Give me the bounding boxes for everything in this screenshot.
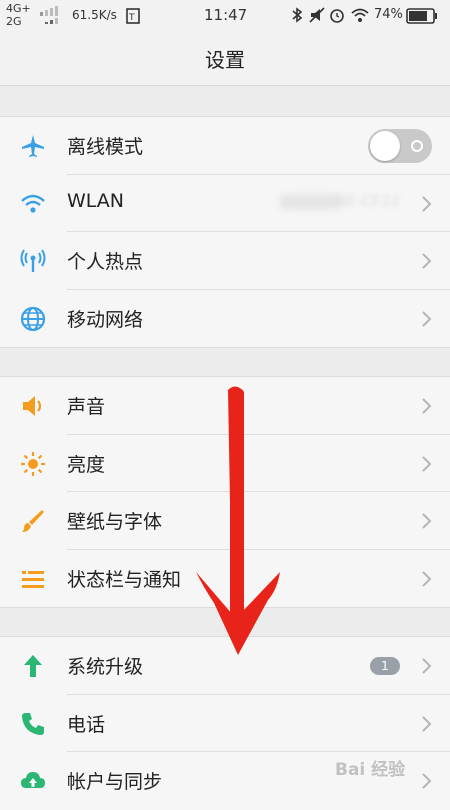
- setting-wlan[interactable]: WLAN NE-CF22: [0, 175, 450, 232]
- battery-percent: 74%: [374, 7, 403, 22]
- network-speed: 61.5K/s: [72, 8, 117, 22]
- network-indicator: 4G+ 2G: [6, 2, 31, 28]
- alarm-icon: [330, 9, 344, 23]
- battery-icon: [406, 8, 437, 24]
- mute-icon: [309, 7, 325, 23]
- signal-strength-icon: [40, 6, 58, 24]
- setting-label: 离线模式: [67, 136, 144, 158]
- setting-hotspot[interactable]: 个人热点: [0, 232, 450, 290]
- setting-label: 电话: [67, 713, 106, 736]
- setting-label: 移动网络: [67, 308, 144, 331]
- setting-label: 个人热点: [67, 251, 144, 273]
- airplane-mode-toggle[interactable]: [368, 129, 432, 163]
- setting-mobile-network[interactable]: 移动网络: [0, 290, 450, 348]
- setting-label: WLAN: [67, 189, 125, 212]
- chevron-right-icon: [422, 253, 432, 269]
- chevron-right-icon: [422, 570, 432, 587]
- setting-phone[interactable]: 电话: [0, 695, 450, 752]
- data-saver-icon: T: [126, 8, 140, 24]
- chevron-right-icon: [422, 310, 432, 327]
- settings-group-display: 声音 亮度 壁纸与字体 状态栏与通知: [0, 376, 450, 608]
- chevron-right-icon: [422, 398, 432, 414]
- chevron-right-icon: [422, 455, 432, 472]
- toggle-off-indicator: [411, 140, 423, 152]
- setting-label: 帐户与同步: [67, 771, 163, 793]
- bluetooth-icon: [292, 7, 303, 23]
- svg-text:T: T: [128, 13, 135, 23]
- chevron-right-icon: [422, 773, 432, 789]
- setting-label: 壁纸与字体: [67, 511, 163, 533]
- setting-label: 系统升级: [67, 656, 144, 678]
- setting-airplane-mode[interactable]: 离线模式: [0, 117, 450, 175]
- blurred-area: [280, 194, 340, 209]
- menu-lines-icon: [22, 570, 44, 588]
- setting-statusbar-notifications[interactable]: 状态栏与通知: [0, 550, 450, 608]
- settings-group-system: 系统升级 1 电话 帐户与同步: [0, 636, 450, 810]
- wifi-status-icon: [351, 8, 369, 22]
- setting-label: 亮度: [67, 453, 106, 476]
- brush-icon: [22, 510, 44, 532]
- globe-icon: [20, 306, 46, 331]
- setting-sound[interactable]: 声音: [0, 377, 450, 435]
- setting-system-upgrade[interactable]: 系统升级 1: [0, 637, 450, 695]
- status-time: 11:47: [204, 6, 248, 24]
- phone-icon: [22, 712, 44, 735]
- airplane-icon: [22, 135, 44, 157]
- watermark: Bai 经验: [335, 760, 406, 780]
- settings-group-connectivity: 离线模式 WLAN NE-CF22 个人热点 移动网络: [0, 116, 450, 348]
- chevron-right-icon: [422, 513, 432, 529]
- update-count-badge: 1: [370, 657, 400, 675]
- toggle-knob: [370, 131, 400, 161]
- setting-brightness[interactable]: 亮度: [0, 435, 450, 492]
- wifi-icon: [21, 194, 45, 213]
- setting-wallpaper-font[interactable]: 壁纸与字体: [0, 492, 450, 550]
- chevron-right-icon: [422, 195, 432, 212]
- wlan-network-name: NE-CF22: [335, 191, 400, 210]
- chevron-right-icon: [422, 715, 432, 732]
- cloud-sync-icon: [21, 772, 45, 788]
- upgrade-arrow-icon: [24, 655, 42, 677]
- setting-label: 声音: [67, 396, 106, 418]
- brightness-icon: [21, 451, 45, 476]
- status-bar: 4G+ 2G 61.5K/s T 11:47 74%: [0, 0, 450, 32]
- setting-label: 状态栏与通知: [67, 568, 182, 591]
- settings-header: 设置: [0, 32, 450, 86]
- page-title: 设置: [205, 48, 245, 72]
- chevron-right-icon: [422, 658, 432, 674]
- hotspot-icon: [20, 249, 46, 272]
- speaker-icon: [23, 396, 42, 416]
